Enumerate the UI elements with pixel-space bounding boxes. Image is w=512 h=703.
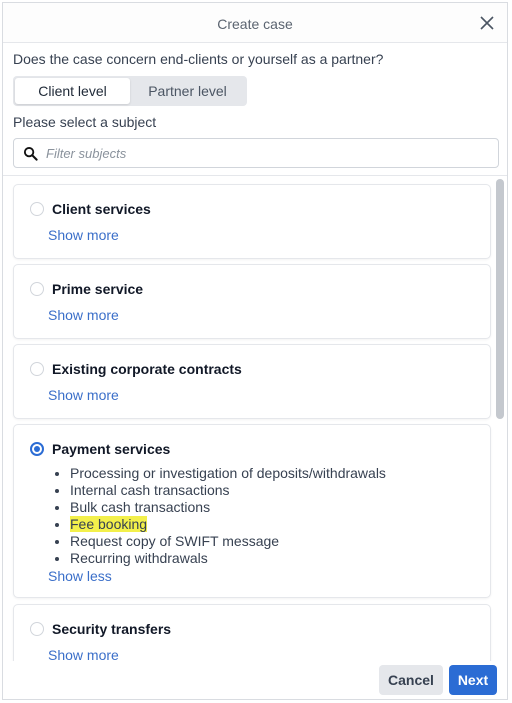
subject-title: Security transfers bbox=[52, 621, 172, 637]
subject-list: Client services Show more Prime service … bbox=[3, 175, 507, 661]
close-icon bbox=[480, 16, 494, 30]
subject-search bbox=[13, 138, 499, 168]
list-item: Recurring withdrawals bbox=[70, 550, 386, 567]
subject-radio[interactable] bbox=[30, 202, 44, 216]
subject-details-list: Processing or investigation of deposits/… bbox=[52, 465, 386, 567]
show-more-link[interactable]: Show more bbox=[48, 307, 119, 323]
show-less-link[interactable]: Show less bbox=[48, 568, 112, 584]
subject-card-client-services[interactable]: Client services Show more bbox=[13, 184, 491, 259]
close-button[interactable] bbox=[475, 11, 499, 35]
subject-title: Existing corporate contracts bbox=[52, 361, 242, 377]
subject-radio[interactable] bbox=[30, 282, 44, 296]
subject-radio[interactable] bbox=[30, 622, 44, 636]
next-button[interactable]: Next bbox=[449, 665, 497, 695]
subject-card-existing-corporate-contracts[interactable]: Existing corporate contracts Show more bbox=[13, 344, 491, 419]
create-case-dialog: Create case Does the case concern end-cl… bbox=[2, 2, 508, 700]
list-item: Request copy of SWIFT message bbox=[70, 533, 386, 550]
show-more-link[interactable]: Show more bbox=[48, 647, 119, 661]
list-item: Processing or investigation of deposits/… bbox=[70, 465, 386, 482]
subject-label: Please select a subject bbox=[13, 114, 157, 130]
subject-title: Client services bbox=[52, 201, 151, 217]
list-item: Bulk cash transactions bbox=[70, 499, 386, 516]
subject-radio[interactable] bbox=[30, 362, 44, 376]
cancel-button[interactable]: Cancel bbox=[379, 665, 443, 695]
scrollbar[interactable] bbox=[496, 179, 504, 419]
level-toggle: Client level Partner level bbox=[13, 76, 247, 106]
partner-level-option[interactable]: Partner level bbox=[130, 78, 245, 104]
show-more-link[interactable]: Show more bbox=[48, 387, 119, 403]
subject-radio-selected[interactable] bbox=[30, 442, 44, 456]
list-item: Internal cash transactions bbox=[70, 482, 386, 499]
dialog-header: Create case bbox=[3, 3, 507, 43]
subject-card-payment-services[interactable]: Payment services Processing or investiga… bbox=[13, 424, 491, 598]
filter-subjects-input[interactable] bbox=[44, 143, 484, 163]
list-item-highlighted: Fee booking bbox=[70, 516, 386, 533]
subject-card-prime-service[interactable]: Prime service Show more bbox=[13, 264, 491, 339]
dialog-footer: Cancel Next bbox=[3, 661, 507, 699]
dialog-title: Create case bbox=[217, 16, 293, 32]
highlighted-text: Fee booking bbox=[70, 516, 148, 532]
level-question: Does the case concern end-clients or you… bbox=[13, 51, 384, 67]
search-icon bbox=[23, 146, 38, 161]
show-more-link[interactable]: Show more bbox=[48, 227, 119, 243]
subject-title: Prime service bbox=[52, 281, 144, 297]
client-level-option[interactable]: Client level bbox=[15, 78, 130, 104]
subject-card-security-transfers[interactable]: Security transfers Show more bbox=[13, 604, 491, 661]
subject-title: Payment services bbox=[52, 441, 171, 457]
